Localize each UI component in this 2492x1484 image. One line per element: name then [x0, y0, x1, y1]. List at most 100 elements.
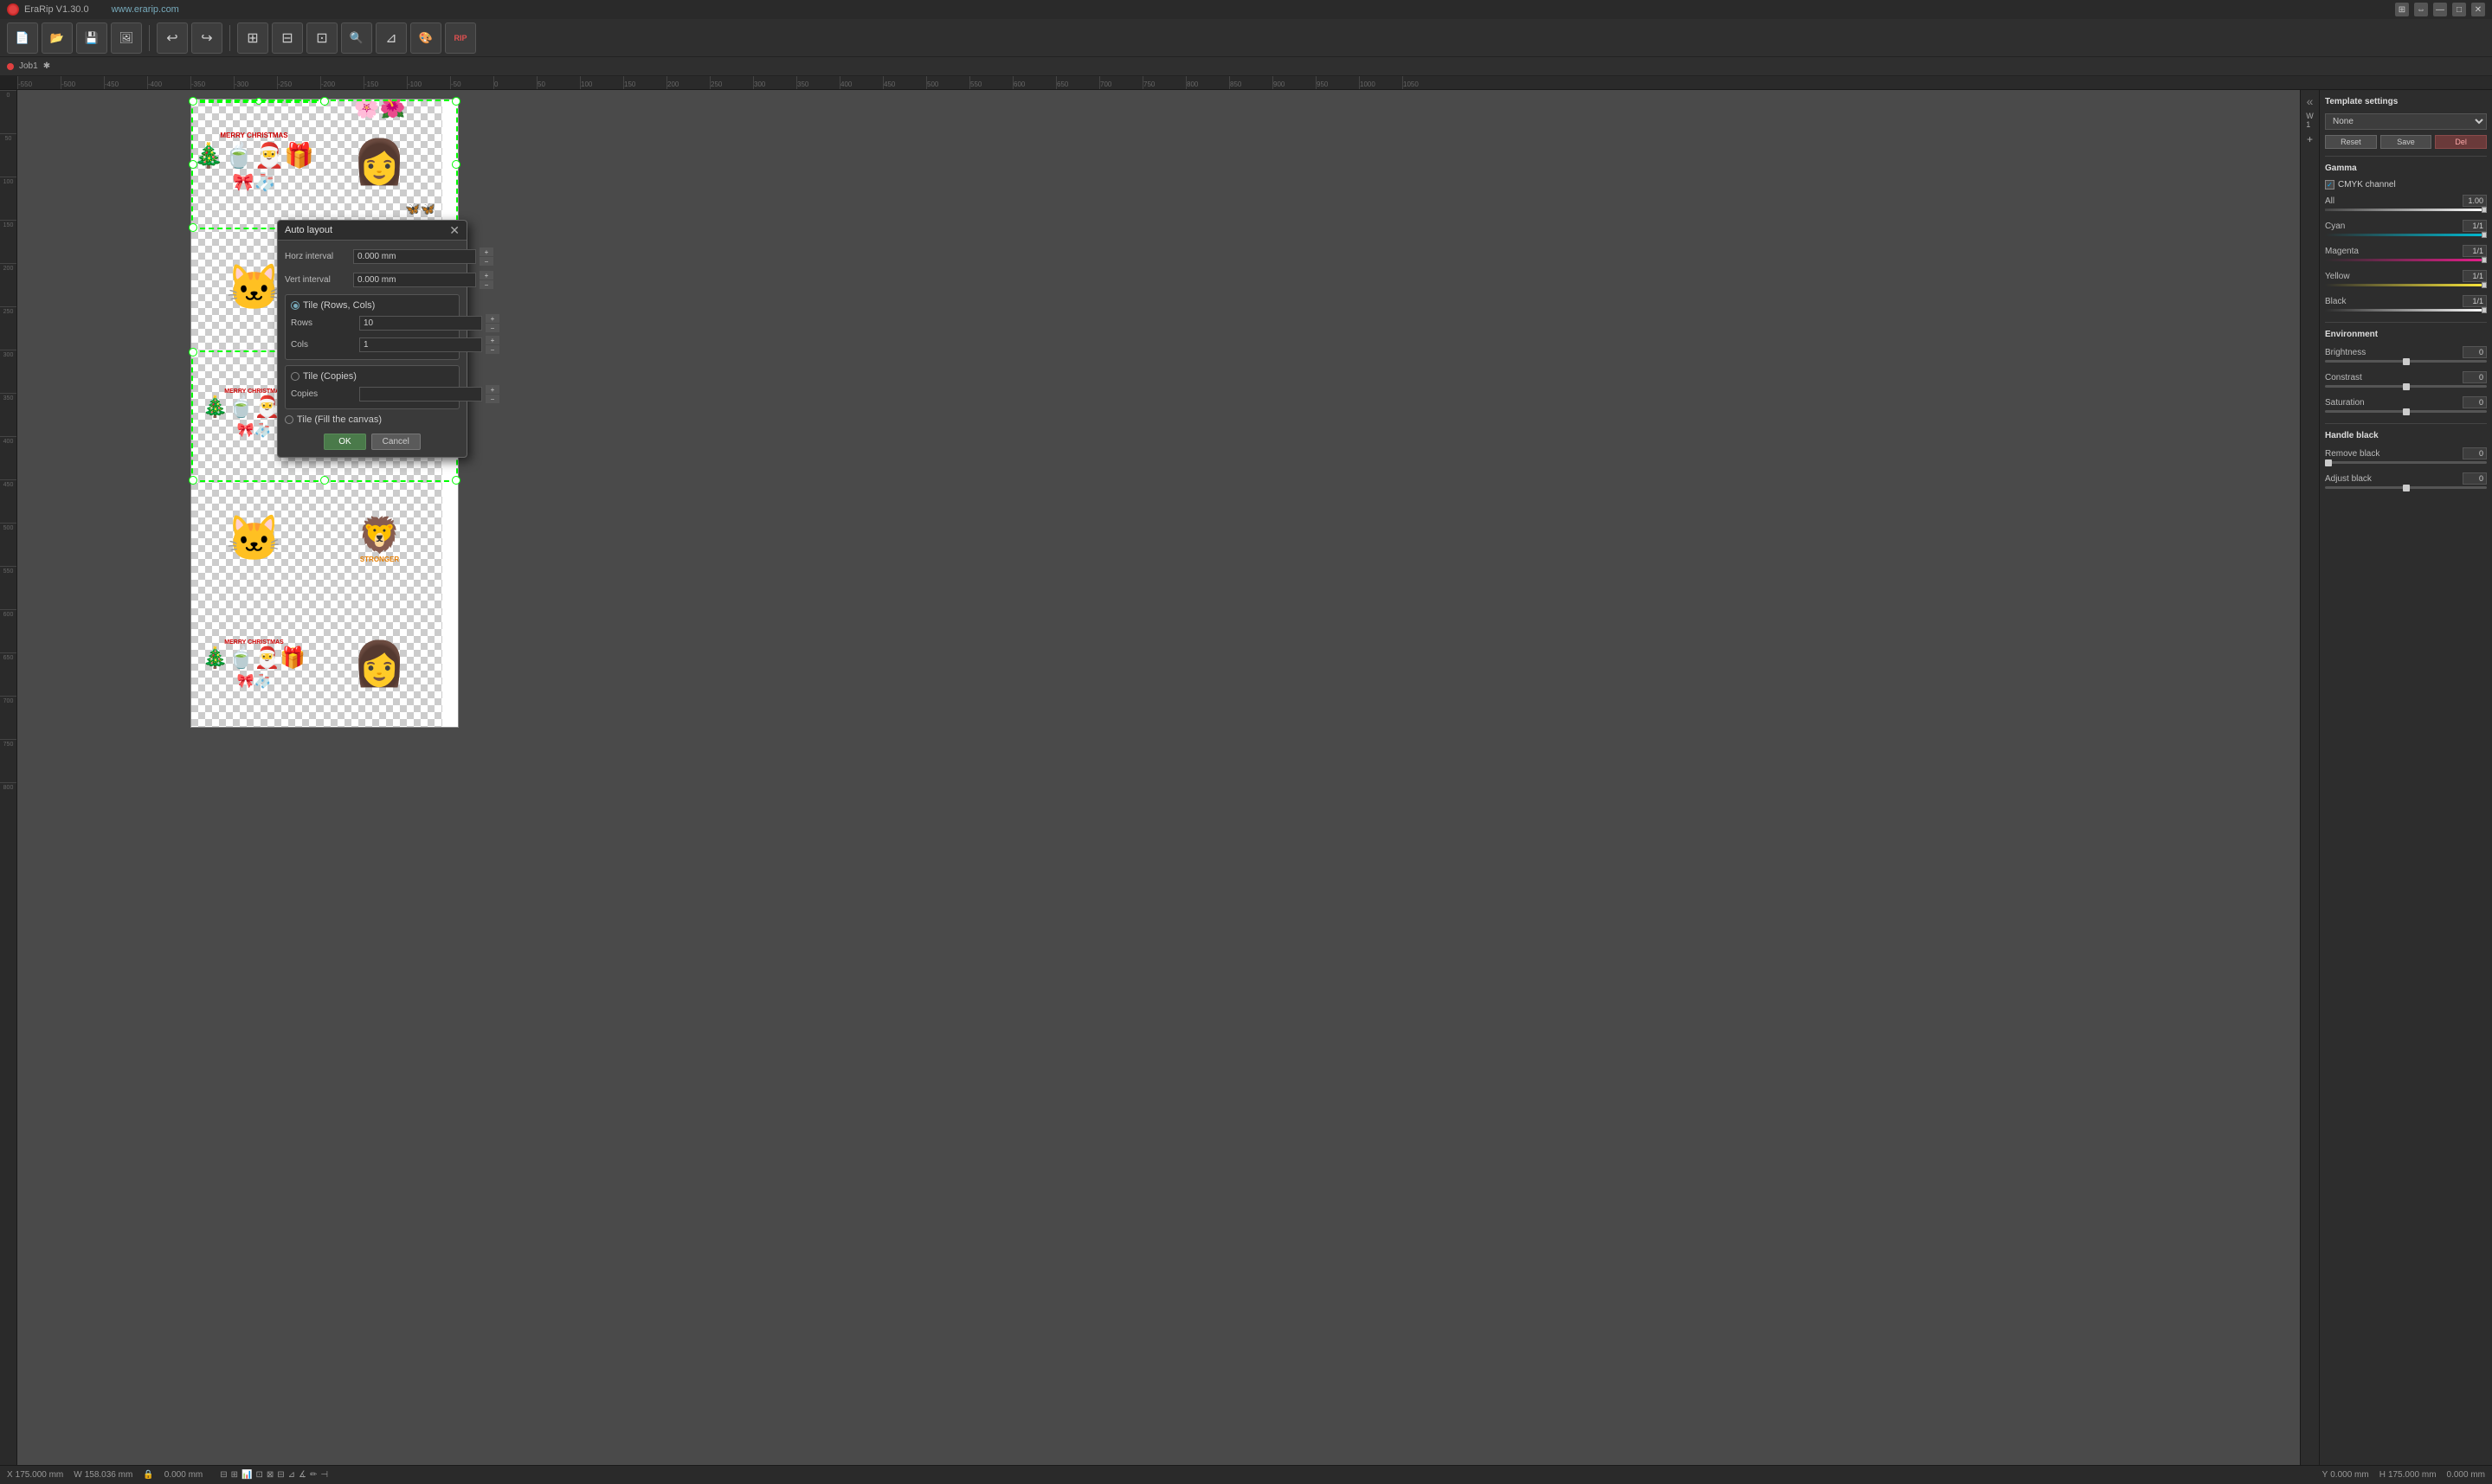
cancel-button[interactable]: Cancel — [371, 434, 421, 450]
ok-button[interactable]: OK — [324, 434, 365, 450]
grid-view-btn[interactable]: ⊞ — [237, 22, 268, 54]
save-template-btn[interactable]: Save — [2380, 135, 2432, 149]
w-icon[interactable]: W1 — [2302, 112, 2318, 128]
mark600: 600 — [1013, 76, 1056, 90]
open-btn[interactable]: 📂 — [42, 22, 73, 54]
v-mark-150: 150 — [0, 220, 16, 263]
ruler-corner — [0, 76, 17, 89]
mark350: 350 — [796, 76, 840, 90]
saturation-label-row: Saturation 0 — [2325, 396, 2487, 408]
adjust-black-slider — [2325, 486, 2487, 489]
copies-minus-btn[interactable]: − — [486, 395, 499, 403]
color-btn[interactable]: 🎨 — [410, 22, 441, 54]
horz-interval-input[interactable] — [353, 249, 476, 264]
brightness-thumb[interactable] — [2403, 358, 2410, 365]
vert-interval-input[interactable] — [353, 273, 476, 287]
align-btn[interactable]: ⊟ — [272, 22, 303, 54]
selection-btn[interactable]: ⊿ — [376, 22, 407, 54]
close-btn[interactable]: ✕ — [2471, 3, 2485, 16]
grid-btn[interactable]: ⊞ — [2395, 3, 2409, 16]
mark-0: 0 — [493, 76, 537, 90]
minimize-btn[interactable]: — — [2433, 3, 2447, 16]
cell-xmas3[interactable]: MERRY CHRISTMAS 🎄🍵🎅🎁 🎀🧦 — [191, 601, 317, 727]
all-slider-thumb[interactable] — [2482, 207, 2487, 213]
cyan-label-row: Cyan 1/1 — [2325, 220, 2487, 232]
tile-fill-label: Tile (Fill the canvas) — [297, 414, 382, 425]
tile-copies-radio[interactable] — [291, 372, 299, 381]
crop-btn[interactable]: ⊡ — [306, 22, 338, 54]
rip-btn[interactable]: RIP — [445, 22, 476, 54]
template-dropdown[interactable]: None — [2325, 113, 2487, 130]
horz-plus-btn[interactable]: + — [480, 247, 493, 256]
contrast-thumb[interactable] — [2403, 383, 2410, 390]
vert-plus-btn[interactable]: + — [480, 271, 493, 279]
vert-interval-label: Vert interval — [285, 275, 350, 285]
search-btn[interactable]: 🔍 — [341, 22, 372, 54]
reset-btn[interactable]: Reset — [2325, 135, 2377, 149]
yellow-slider-thumb[interactable] — [2482, 282, 2487, 288]
status-icon-5[interactable]: ⊠ — [267, 1470, 274, 1480]
rows-plus-btn[interactable]: + — [486, 314, 499, 323]
rows-label: Rows — [291, 318, 356, 328]
website-link[interactable]: www.erarip.com — [112, 4, 179, 15]
undo-btn[interactable]: ↩ — [157, 22, 188, 54]
cmyk-checkbox[interactable]: ✓ — [2325, 180, 2334, 190]
save-btn[interactable]: 💾 — [76, 22, 107, 54]
pin-btn[interactable]: ⇔ — [2414, 3, 2428, 16]
cell-woman3[interactable]: 👩 — [317, 601, 442, 727]
status-y: Y 0.000 mm — [2322, 1470, 2369, 1480]
adjust-black-thumb[interactable] — [2403, 485, 2410, 491]
cyan-slider-thumb[interactable] — [2482, 232, 2487, 238]
rows-input[interactable] — [359, 316, 482, 331]
remove-black-thumb[interactable] — [2325, 459, 2332, 466]
plus-icon[interactable]: + — [2302, 132, 2318, 147]
rows-minus-btn[interactable]: − — [486, 324, 499, 332]
mark500: 500 — [926, 76, 969, 90]
vert-minus-btn[interactable]: − — [480, 280, 493, 289]
status-angle2: 0.000 mm — [2447, 1470, 2485, 1480]
cell-cat2[interactable]: 🐱 — [191, 476, 317, 601]
angle2-value: 0.000 mm — [2447, 1470, 2485, 1480]
cyan-slider-row: Cyan 1/1 — [2325, 220, 2487, 236]
image-btn[interactable]: 🖼 — [111, 22, 142, 54]
tile-rows-cols-radio-row[interactable]: Tile (Rows, Cols) — [291, 300, 454, 311]
new-btn[interactable]: 📄 — [7, 22, 38, 54]
expand-icon[interactable]: « — [2302, 93, 2318, 109]
tile-fill-row[interactable]: Tile (Fill the canvas) — [285, 414, 460, 425]
all-label: All — [2325, 196, 2334, 206]
status-icon-6[interactable]: ⊟ — [277, 1470, 284, 1480]
black-slider-thumb[interactable] — [2482, 307, 2487, 313]
dialog-close-btn[interactable]: ✕ — [449, 224, 460, 236]
mark-500: -500 — [61, 76, 104, 90]
cell-xmas1[interactable]: MERRY CHRISTMAS 🎄🍵🎅🎁 🎀🧦 — [191, 100, 317, 225]
horz-minus-btn[interactable]: − — [480, 257, 493, 266]
del-btn[interactable]: Del — [2435, 135, 2487, 149]
tile-copies-radio-row[interactable]: Tile (Copies) — [291, 371, 454, 382]
status-icon-4[interactable]: ⊡ — [255, 1470, 262, 1480]
yellow-label: Yellow — [2325, 272, 2350, 281]
cols-minus-btn[interactable]: − — [486, 345, 499, 354]
status-icon-3[interactable]: 📊 — [241, 1470, 252, 1480]
black-label: Black — [2325, 297, 2346, 306]
status-icon-1[interactable]: ⊟ — [220, 1470, 227, 1480]
magenta-slider-thumb[interactable] — [2482, 257, 2487, 263]
cols-input[interactable] — [359, 337, 482, 352]
saturation-thumb[interactable] — [2403, 408, 2410, 415]
redo-btn[interactable]: ↪ — [191, 22, 222, 54]
tile-fill-radio[interactable] — [285, 415, 293, 424]
maximize-btn[interactable]: □ — [2452, 3, 2466, 16]
copies-plus-btn[interactable]: + — [486, 385, 499, 394]
cols-plus-btn[interactable]: + — [486, 336, 499, 344]
cyan-label: Cyan — [2325, 222, 2345, 231]
status-icon-9[interactable]: ✏ — [310, 1470, 317, 1480]
tile-rows-cols-radio[interactable] — [291, 301, 299, 310]
status-icon-7[interactable]: ⊿ — [288, 1470, 295, 1480]
status-icon-2[interactable]: ⊞ — [231, 1470, 238, 1480]
v-mark-600: 600 — [0, 609, 16, 652]
cell-woman1[interactable]: 👩 🌸🌺 🦋🦋 — [317, 100, 442, 225]
v-mark-450: 450 — [0, 479, 16, 523]
status-icon-10[interactable]: ⊣ — [320, 1470, 328, 1480]
cell-lion2[interactable]: 🦁 STRONGER — [317, 476, 442, 601]
status-icon-8[interactable]: ∡ — [299, 1470, 306, 1480]
copies-input[interactable] — [359, 387, 482, 402]
